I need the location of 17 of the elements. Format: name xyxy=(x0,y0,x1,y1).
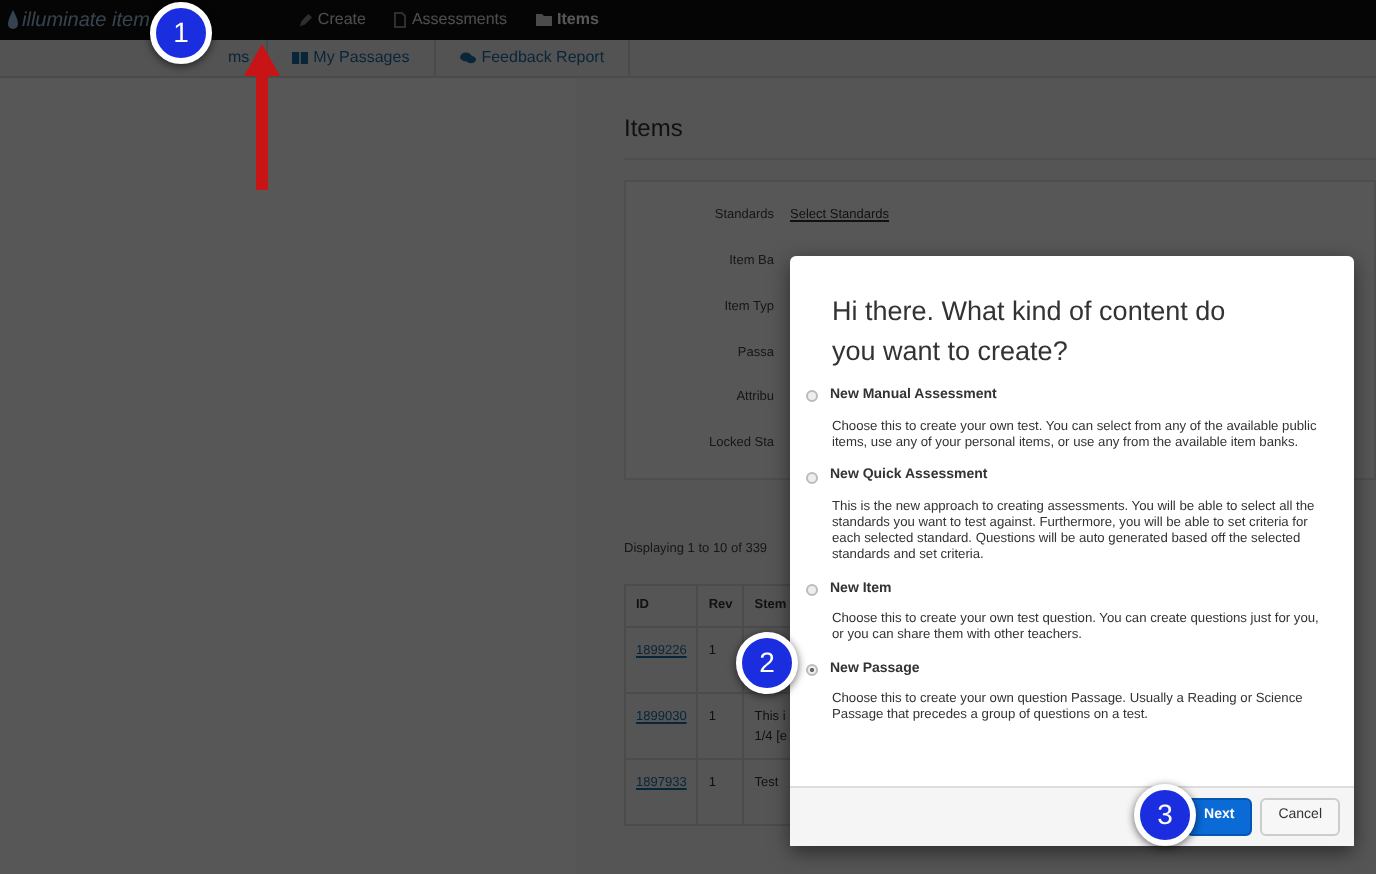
radio-button[interactable] xyxy=(806,471,818,484)
radio-button[interactable] xyxy=(806,390,818,403)
subnav-tab[interactable]: Feedback Report xyxy=(435,40,631,76)
pencil-icon xyxy=(297,13,312,27)
book-icon xyxy=(291,52,308,64)
page-title: Items xyxy=(624,102,1376,161)
nav-link[interactable]: Create xyxy=(297,8,366,32)
nav-link[interactable]: Assessments xyxy=(393,8,508,32)
brand-logo-text: illuminate item xyxy=(22,7,150,35)
drop-logo-icon xyxy=(8,10,18,30)
chat-icon xyxy=(459,52,476,64)
modal-title: Hi there. What kind of content do you want to create? xyxy=(832,294,1228,370)
nav-link[interactable]: Items xyxy=(535,8,599,32)
folder-icon xyxy=(535,14,552,26)
radio-button[interactable] xyxy=(806,664,818,677)
radio-button[interactable] xyxy=(806,583,818,596)
page-icon xyxy=(393,12,406,28)
